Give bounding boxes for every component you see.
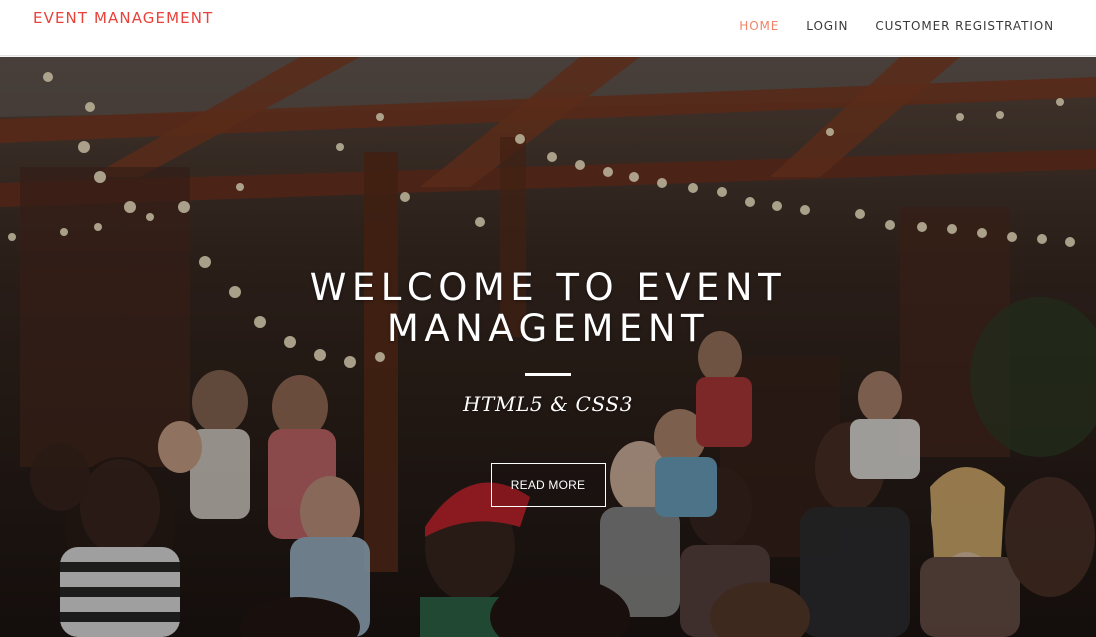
- nav-link-customer-registration[interactable]: CUSTOMER REGISTRATION: [875, 19, 1054, 33]
- nav-menu: HOME LOGIN CUSTOMER REGISTRATION: [712, 17, 1054, 35]
- nav-item-customer-registration: CUSTOMER REGISTRATION: [875, 17, 1054, 35]
- nav-item-home: HOME: [739, 17, 779, 35]
- hero-divider: [525, 373, 571, 376]
- nav-link-login[interactable]: LOGIN: [806, 19, 848, 33]
- hero-content: WELCOME TO EVENT MANAGEMENT HTML5 & CSS3…: [0, 267, 1096, 507]
- nav-item-login: LOGIN: [806, 17, 848, 35]
- brand-logo-link[interactable]: EVENT MANAGEMENT: [33, 9, 213, 27]
- navbar: EVENT MANAGEMENT HOME LOGIN CUSTOMER REG…: [0, 0, 1096, 56]
- hero-title: WELCOME TO EVENT MANAGEMENT: [309, 266, 787, 350]
- hero-section: WELCOME TO EVENT MANAGEMENT HTML5 & CSS3…: [0, 57, 1096, 637]
- read-more-button[interactable]: READ MORE: [490, 463, 606, 507]
- nav-link-home[interactable]: HOME: [739, 19, 779, 33]
- hero-subtitle: HTML5 & CSS3: [462, 392, 634, 416]
